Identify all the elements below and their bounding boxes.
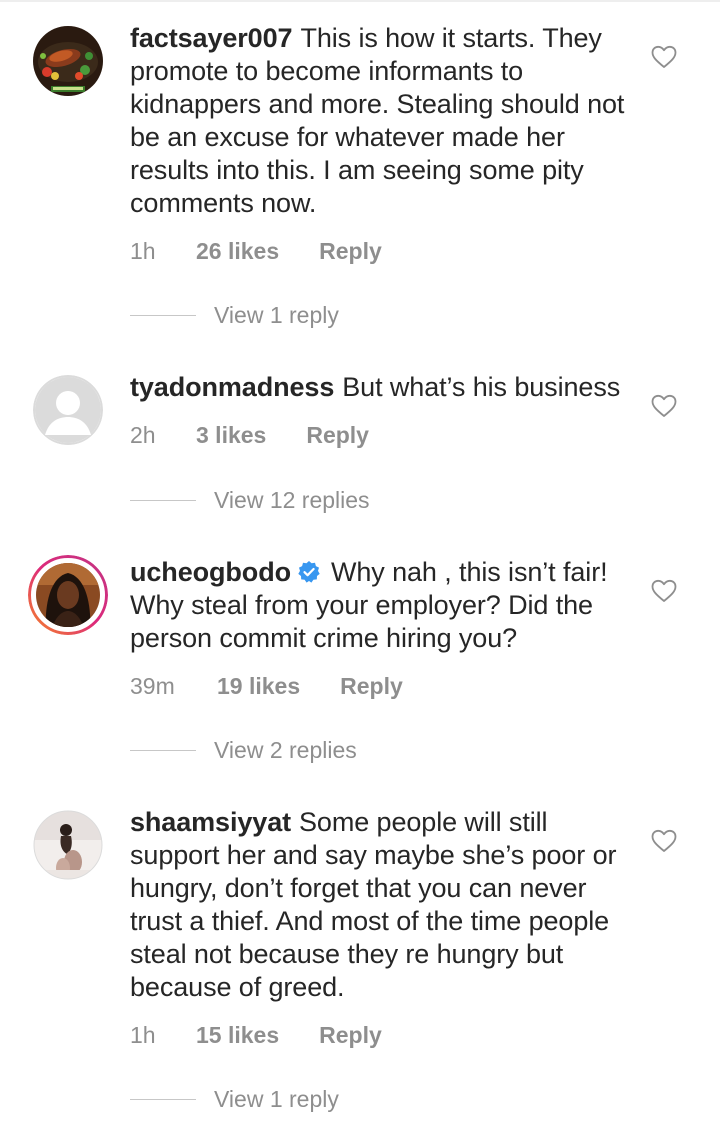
comment-time: 2h <box>130 422 156 448</box>
comment-likes[interactable]: 3 likes <box>196 422 266 449</box>
reply-button[interactable]: Reply <box>319 1022 382 1049</box>
reply-button[interactable]: Reply <box>319 238 382 265</box>
comment-time: 1h <box>130 1022 156 1048</box>
comment-likes[interactable]: 19 likes <box>217 673 300 700</box>
default-person-avatar-icon <box>33 375 103 445</box>
photo-avatar-icon <box>33 810 103 880</box>
view-replies-button[interactable]: View 12 replies <box>130 485 370 515</box>
view-replies-button[interactable]: View 1 reply <box>130 1084 339 1114</box>
replies-divider <box>130 499 196 501</box>
heart-icon[interactable] <box>651 579 677 603</box>
view-replies-label: View 1 reply <box>214 301 339 328</box>
heart-icon[interactable] <box>651 829 677 853</box>
user-avatar[interactable] <box>33 375 103 445</box>
comment-text-block: factsayer007 This is how it starts. They … <box>130 22 630 220</box>
comment-username[interactable]: ucheogbodo <box>130 557 291 587</box>
view-replies-button[interactable]: View 1 reply <box>130 300 339 330</box>
comment-meta: 1h 26 likes Reply <box>130 238 630 265</box>
comment-time: 39m <box>130 673 175 699</box>
comment-username[interactable]: tyadonmadness <box>130 372 334 402</box>
top-divider <box>0 0 720 2</box>
user-avatar[interactable] <box>28 555 108 635</box>
view-replies-button[interactable]: View 2 replies <box>130 735 357 765</box>
heart-icon[interactable] <box>651 45 677 69</box>
reply-button[interactable]: Reply <box>340 673 403 700</box>
reply-button[interactable]: Reply <box>306 422 369 449</box>
verified-badge-icon <box>298 561 320 583</box>
comment-meta: 39m 19 likes Reply <box>130 673 630 700</box>
heart-icon[interactable] <box>651 394 677 418</box>
comment-text-block: shaamsiyyat Some people will still suppor… <box>130 806 630 1004</box>
comment-meta: 1h 15 likes Reply <box>130 1022 630 1049</box>
user-avatar[interactable] <box>33 26 103 96</box>
replies-divider <box>130 1098 196 1100</box>
comment-text: But what’s his business <box>342 372 621 402</box>
comment-text-block: ucheogbodo Why nah , this isn’t fair! Why… <box>130 556 630 655</box>
view-replies-label: View 2 replies <box>214 736 357 763</box>
user-avatar[interactable] <box>33 810 103 880</box>
comment-likes[interactable]: 15 likes <box>196 1022 279 1049</box>
replies-divider <box>130 749 196 751</box>
view-replies-label: View 1 reply <box>214 1085 339 1112</box>
comment-likes[interactable]: 26 likes <box>196 238 279 265</box>
photo-avatar-with-story-ring-icon <box>28 555 108 635</box>
comment-time: 1h <box>130 238 156 264</box>
comment-meta: 2h 3 likes Reply <box>130 422 630 449</box>
comment-username[interactable]: factsayer007 <box>130 23 293 53</box>
replies-divider <box>130 314 196 316</box>
comment-username[interactable]: shaamsiyyat <box>130 807 291 837</box>
view-replies-label: View 12 replies <box>214 486 370 513</box>
comment-text-block: tyadonmadness But what’s his business <box>130 371 630 404</box>
food-platter-avatar-icon <box>33 26 103 96</box>
